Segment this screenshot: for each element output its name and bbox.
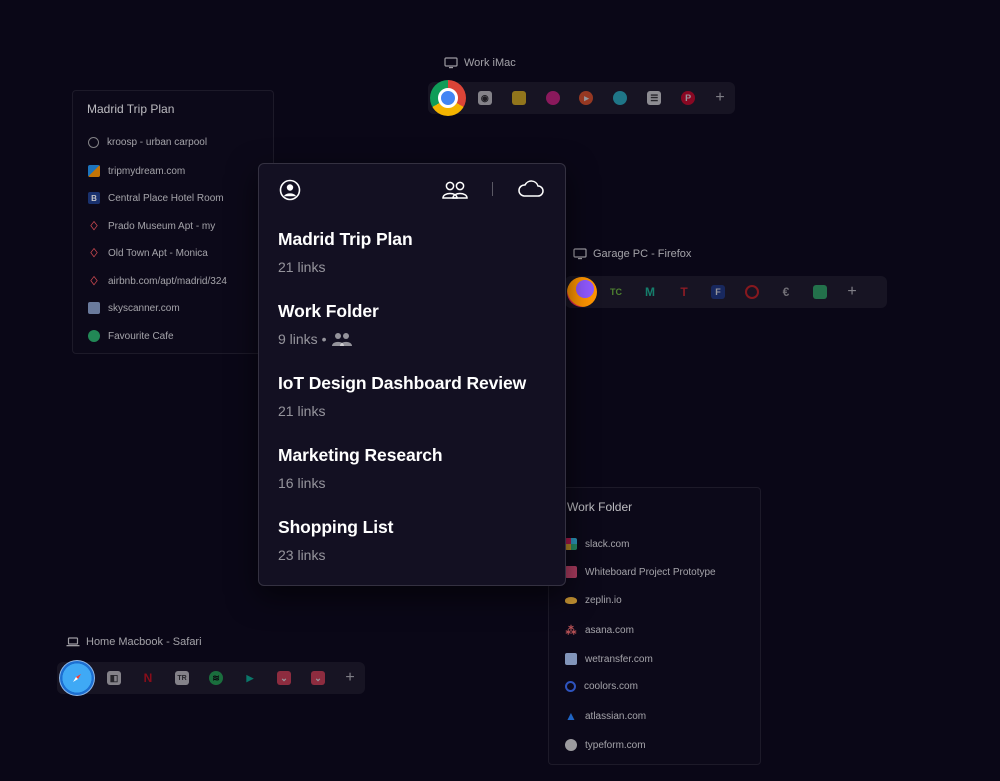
- cafe-icon: [88, 330, 100, 342]
- card-title: Madrid Trip Plan: [87, 102, 175, 116]
- slack-icon: [565, 538, 577, 550]
- list-item[interactable]: ♢ Prado Museum Apt - my: [88, 219, 216, 233]
- dock-app-icon[interactable]: [735, 276, 769, 308]
- panel-toolbar: [259, 164, 565, 216]
- dock-app-icon[interactable]: ⌄: [301, 662, 335, 694]
- list-item[interactable]: skyscanner.com: [88, 302, 180, 314]
- whiteboard-icon: [565, 566, 577, 578]
- list-item[interactable]: wetransfer.com: [565, 653, 653, 665]
- list-item[interactable]: Favourite Cafe: [88, 330, 174, 342]
- laptop-icon: [66, 637, 80, 647]
- add-app-button[interactable]: +: [705, 89, 735, 107]
- tripmydream-icon: [88, 165, 100, 177]
- collections-panel: Madrid Trip Plan 21 links Work Folder 9 …: [258, 163, 566, 586]
- list-item[interactable]: slack.com: [565, 538, 629, 550]
- dock-app-icon[interactable]: ▶: [233, 662, 267, 694]
- firefox-icon[interactable]: [567, 277, 597, 307]
- collection-card-madrid[interactable]: Madrid Trip Plan kroosp - urban carpool …: [72, 90, 274, 354]
- dock-app-icon[interactable]: M: [633, 276, 667, 308]
- dock-app-icon[interactable]: T: [667, 276, 701, 308]
- list-item[interactable]: B Central Place Hotel Room: [88, 192, 224, 204]
- collection-item-madrid[interactable]: Madrid Trip Plan 21 links: [278, 229, 413, 275]
- dock-app-icon[interactable]: [803, 276, 837, 308]
- toolbar-divider: [492, 182, 493, 196]
- dock-app-icon[interactable]: €: [769, 276, 803, 308]
- dock-app-icon[interactable]: ▸: [570, 82, 604, 114]
- airbnb-icon: ♢: [88, 246, 100, 260]
- airbnb-icon: ♢: [88, 274, 100, 288]
- list-item[interactable]: kroosp - urban carpool: [88, 137, 207, 148]
- desktop-icon: [444, 57, 458, 69]
- collection-item-iot-dashboard[interactable]: IoT Design Dashboard Review 21 links: [278, 373, 526, 419]
- booking-icon: B: [88, 192, 100, 204]
- device-label-home-macbook: Home Macbook - Safari: [66, 636, 202, 648]
- collection-item-marketing[interactable]: Marketing Research 16 links: [278, 445, 443, 491]
- dock-app-icon[interactable]: ☰: [637, 82, 671, 114]
- dock-app-icon[interactable]: [603, 82, 637, 114]
- dock-app-icon[interactable]: TR: [165, 662, 199, 694]
- card-title: Work Folder: [567, 500, 633, 514]
- dock-app-icon[interactable]: ◉: [468, 82, 502, 114]
- list-item[interactable]: ⁂ asana.com: [565, 624, 634, 637]
- dock-app-icon[interactable]: F: [701, 276, 735, 308]
- shared-users-icon[interactable]: [441, 180, 469, 200]
- collection-item-work-folder[interactable]: Work Folder 9 links •: [278, 301, 379, 347]
- dock-app-icon[interactable]: N: [131, 662, 165, 694]
- desktop-icon: [573, 248, 587, 260]
- list-item[interactable]: ♢ Old Town Apt - Monica: [88, 246, 208, 260]
- collection-card-work-folder[interactable]: Work Folder slack.com Whiteboard Project…: [548, 487, 761, 765]
- device-label-garage-pc: Garage PC - Firefox: [573, 248, 691, 260]
- user-icon[interactable]: [279, 179, 301, 201]
- safari-icon[interactable]: [59, 660, 95, 696]
- asana-icon: ⁂: [565, 624, 577, 637]
- dock-home-macbook: ◧ N TR ≋ ▶ ⌄ ⌄ +: [57, 660, 365, 696]
- skyscanner-icon: [88, 302, 100, 314]
- coolors-icon: [565, 681, 576, 692]
- add-app-button[interactable]: +: [335, 669, 365, 687]
- dock-garage-pc: TC M T F € +: [565, 276, 887, 308]
- atlassian-icon: ▲: [565, 709, 577, 723]
- dock-app-icon[interactable]: ◧: [97, 662, 131, 694]
- shared-users-icon: [332, 333, 353, 346]
- list-item[interactable]: ▲ atlassian.com: [565, 709, 646, 723]
- list-item[interactable]: typeform.com: [565, 739, 646, 751]
- chrome-icon[interactable]: [430, 80, 466, 116]
- wetransfer-icon: [565, 653, 577, 665]
- list-item[interactable]: zeplin.io: [565, 595, 622, 606]
- typeform-icon: [565, 739, 577, 751]
- add-app-button[interactable]: +: [837, 283, 867, 301]
- dock-app-icon[interactable]: TC: [599, 276, 633, 308]
- airbnb-icon: ♢: [88, 219, 100, 233]
- list-item[interactable]: tripmydream.com: [88, 165, 185, 177]
- dock-app-icon[interactable]: [536, 82, 570, 114]
- dock-app-icon[interactable]: P: [671, 82, 705, 114]
- list-item[interactable]: Whiteboard Project Prototype: [565, 566, 716, 578]
- collection-item-shopping[interactable]: Shopping List 23 links: [278, 517, 393, 563]
- device-label-work-imac: Work iMac: [444, 57, 516, 69]
- dock-app-icon[interactable]: ≋: [199, 662, 233, 694]
- zeplin-icon: [565, 597, 577, 604]
- kroosp-icon: [88, 137, 99, 148]
- cloud-icon[interactable]: [517, 179, 545, 199]
- dock-app-icon[interactable]: ⌄: [267, 662, 301, 694]
- list-item[interactable]: ♢ airbnb.com/apt/madrid/324: [88, 274, 227, 288]
- list-item[interactable]: coolors.com: [565, 681, 638, 692]
- dock-app-icon[interactable]: [502, 82, 536, 114]
- dock-work-imac: ◉ ▸ ☰ P +: [428, 80, 735, 116]
